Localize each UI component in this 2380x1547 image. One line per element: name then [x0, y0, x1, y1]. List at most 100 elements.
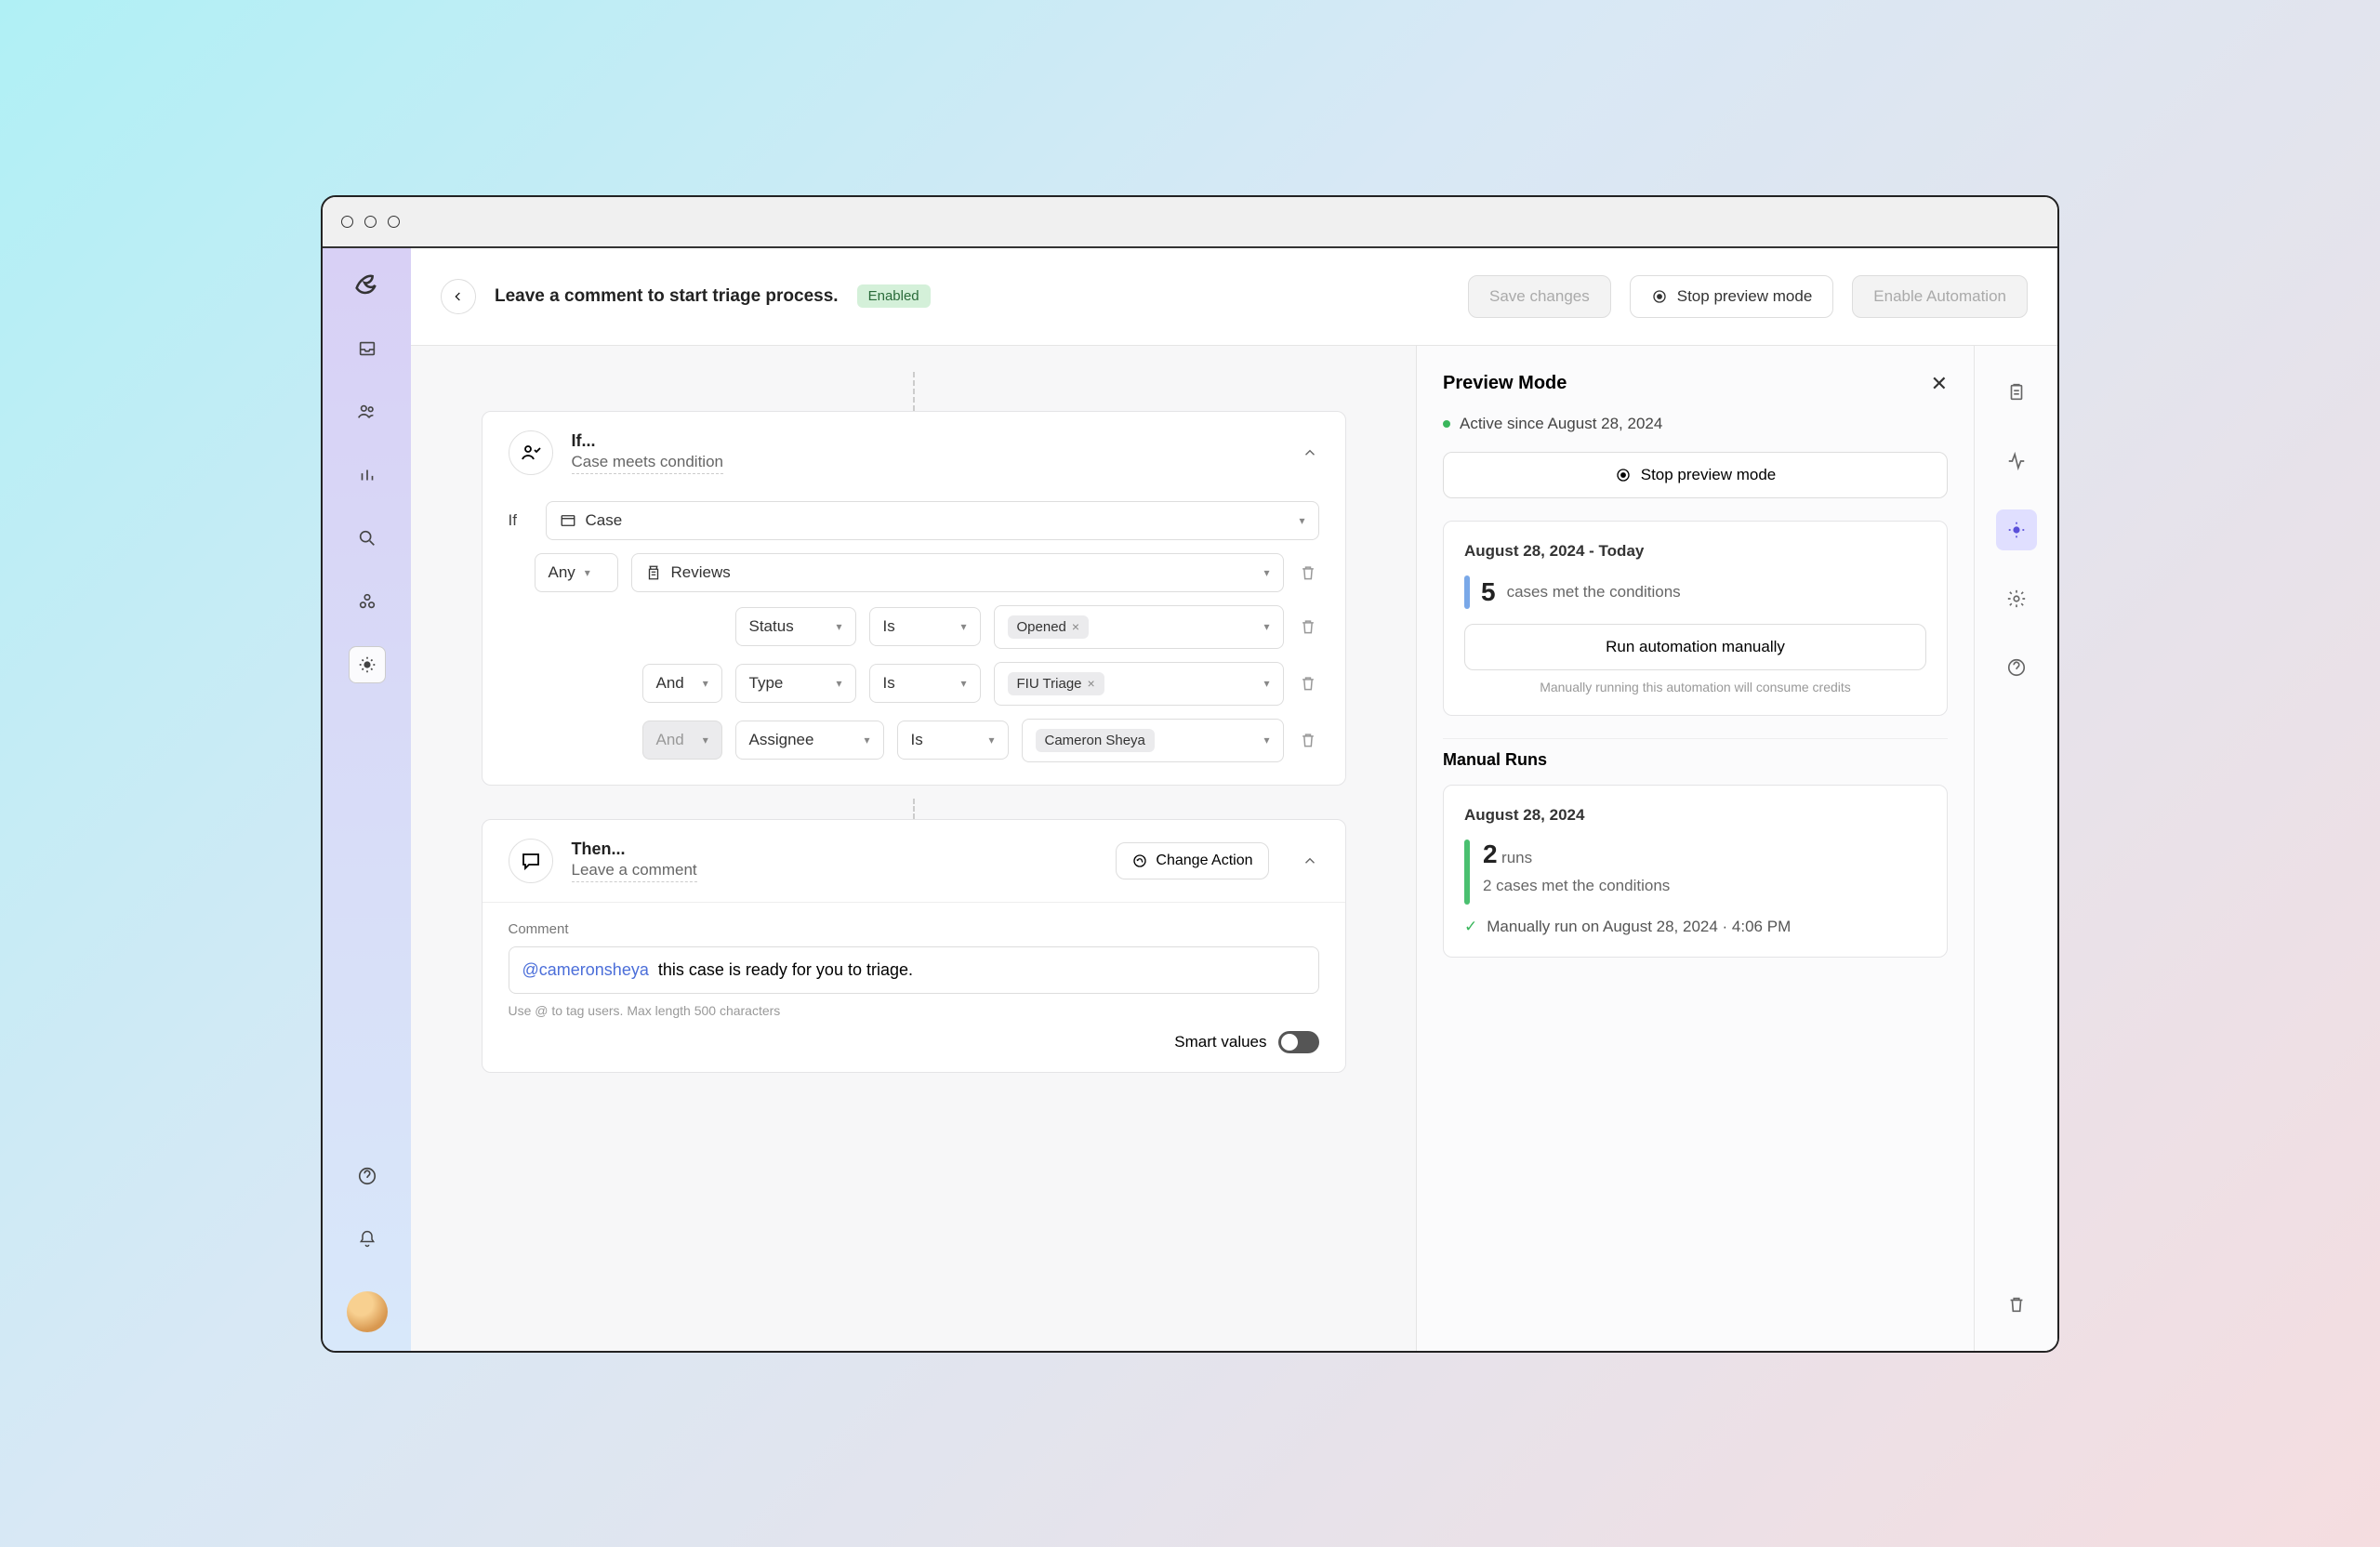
if-label: If [509, 511, 533, 530]
comment-icon [509, 839, 553, 883]
chevron-down-icon [585, 566, 590, 579]
if-subtitle: Case meets condition [572, 453, 723, 474]
help-icon[interactable] [1996, 647, 2037, 688]
change-action-label: Change Action [1156, 853, 1252, 869]
value-select-0[interactable]: Opened× [994, 605, 1284, 649]
nav-analytics-icon[interactable] [349, 456, 386, 494]
delete-row-icon[interactable] [1297, 562, 1319, 584]
stats-range: August 28, 2024 - Today [1464, 542, 1926, 561]
manual-run-card: August 28, 2024 2 runs 2 cases met the c… [1443, 785, 1948, 958]
connector-line [913, 372, 915, 411]
nav-automation-icon[interactable] [349, 646, 386, 683]
trash-panel-icon[interactable] [1996, 1284, 2037, 1325]
then-card: Then... Leave a comment Change Action [482, 819, 1346, 1073]
remove-tag-icon[interactable]: × [1072, 619, 1079, 634]
field-select-type[interactable]: Type [735, 664, 856, 703]
back-button[interactable] [441, 279, 476, 314]
field-select-assignee[interactable]: Assignee [735, 721, 884, 760]
if-card: If... Case meets condition If [482, 411, 1346, 786]
header-bar: Leave a comment to start triage process.… [411, 248, 2057, 346]
nav-help-icon[interactable] [349, 1157, 386, 1195]
collapse-if-icon[interactable] [1301, 443, 1319, 462]
bar-indicator-green [1464, 840, 1470, 905]
activity-icon[interactable] [1996, 441, 2037, 482]
value-select-2[interactable]: Cameron Sheya [1022, 719, 1284, 762]
close-preview-icon[interactable]: ✕ [1931, 372, 1948, 396]
attribute-select[interactable]: Reviews [631, 553, 1284, 592]
settings-icon[interactable] [1996, 578, 2037, 619]
traffic-light-maximize[interactable] [388, 216, 400, 228]
entity-select[interactable]: Case [546, 501, 1319, 540]
enable-automation-button: Enable Automation [1852, 275, 2028, 318]
cases-count: 5 [1481, 577, 1496, 607]
preview-mode-icon[interactable] [1996, 509, 2037, 550]
op-select-1[interactable]: Is [869, 664, 981, 703]
run-manual-button[interactable]: Run automation manually [1464, 624, 1926, 670]
runs-suffix: runs [1501, 849, 1532, 866]
manual-runs-label: Manual Runs [1443, 750, 1948, 770]
smart-values-toggle[interactable] [1278, 1031, 1319, 1053]
value-select-1[interactable]: FIU Triage× [994, 662, 1284, 706]
traffic-light-close[interactable] [341, 216, 353, 228]
person-check-icon [509, 430, 553, 475]
sidebar-left [323, 248, 411, 1351]
nav-bell-icon[interactable] [349, 1221, 386, 1258]
clipboard-icon[interactable] [1996, 372, 2037, 413]
change-action-button[interactable]: Change Action [1116, 842, 1268, 879]
status-badge: Enabled [857, 284, 931, 308]
then-title: Then... [572, 840, 1098, 859]
nav-people-icon[interactable] [349, 393, 386, 430]
delete-row-icon[interactable] [1297, 672, 1319, 694]
tag-cameron: Cameron Sheya [1036, 729, 1155, 752]
op-select-2[interactable]: Is [897, 721, 1009, 760]
any-select[interactable]: Any [535, 553, 618, 592]
traffic-light-minimize[interactable] [364, 216, 377, 228]
delete-row-icon[interactable] [1297, 729, 1319, 751]
run-detail: 2 cases met the conditions [1483, 877, 1670, 895]
collapse-then-icon[interactable] [1301, 852, 1319, 870]
runs-count: 2 [1483, 840, 1498, 868]
stop-preview-button[interactable]: Stop preview mode [1630, 275, 1834, 318]
tag-opened: Opened× [1008, 615, 1090, 639]
logo-icon [349, 267, 386, 304]
remove-tag-icon[interactable]: × [1088, 676, 1095, 691]
conj-select-1[interactable]: And [642, 664, 722, 703]
stop-preview-button-panel[interactable]: Stop preview mode [1443, 452, 1948, 498]
conj-select-2: And [642, 721, 722, 760]
smart-values-label: Smart values [1174, 1033, 1266, 1051]
app-body: Leave a comment to start triage process.… [323, 248, 2057, 1351]
if-title: If... [572, 431, 1282, 451]
check-icon: ✓ [1464, 918, 1477, 936]
page-title: Leave a comment to start triage process. [495, 286, 839, 307]
bar-indicator-blue [1464, 575, 1470, 609]
preview-panel: Preview Mode ✕ Active since August 28, 2… [1416, 346, 1974, 1351]
any-label: Any [549, 563, 575, 582]
preview-title: Preview Mode [1443, 373, 1567, 394]
avatar[interactable] [347, 1291, 388, 1332]
stop-preview-label: Stop preview mode [1677, 287, 1813, 306]
nav-inbox-icon[interactable] [349, 330, 386, 367]
app-window: Leave a comment to start triage process.… [321, 195, 2059, 1353]
field-select-status[interactable]: Status [735, 607, 856, 646]
tag-fiu: FIU Triage× [1008, 672, 1104, 695]
delete-row-icon[interactable] [1297, 615, 1319, 638]
attribute-value: Reviews [671, 563, 731, 582]
center-column: If... Case meets condition If [411, 346, 1416, 1351]
active-since-text: Active since August 28, 2024 [1460, 415, 1662, 433]
nav-shapes-icon[interactable] [349, 583, 386, 620]
credits-warning: Manually running this automation will co… [1464, 680, 1926, 694]
then-subtitle: Leave a comment [572, 861, 697, 882]
stop-preview-label-panel: Stop preview mode [1641, 466, 1777, 484]
active-dot-icon [1443, 420, 1450, 428]
nav-search-icon[interactable] [349, 520, 386, 557]
comment-input[interactable]: @cameronsheya this case is ready for you… [509, 946, 1319, 994]
stats-card: August 28, 2024 - Today 5 cases met the … [1443, 521, 1948, 716]
op-select-0[interactable]: Is [869, 607, 981, 646]
cases-suffix: cases met the conditions [1507, 583, 1681, 602]
main-area: Leave a comment to start triage process.… [411, 248, 2057, 1351]
divider [1443, 738, 1948, 739]
connector-line [913, 799, 915, 819]
run-timestamp: Manually run on August 28, 2024 · 4:06 P… [1487, 918, 1791, 936]
save-button: Save changes [1468, 275, 1611, 318]
chevron-down-icon [1299, 514, 1304, 527]
